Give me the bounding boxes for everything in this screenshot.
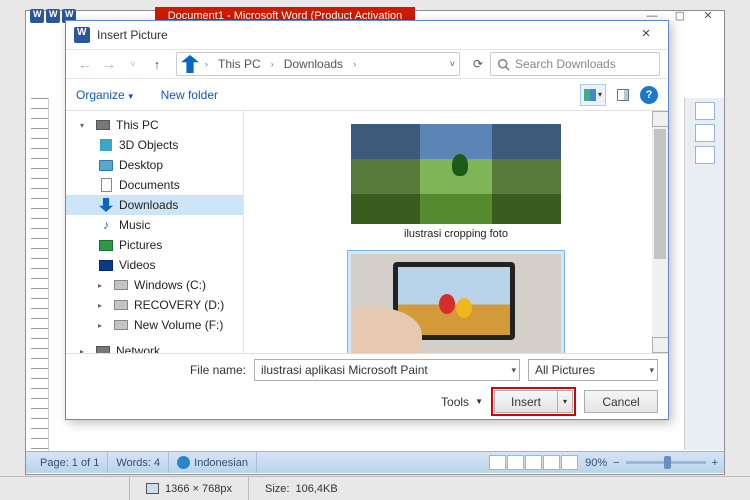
dialog-title: Insert Picture: [97, 28, 168, 42]
status-page[interactable]: Page: 1 of 1: [32, 452, 108, 473]
insert-picture-dialog: Insert Picture × ← → ˅ ↑ › This PC › Dow…: [65, 20, 669, 420]
zoom-in-button[interactable]: +: [712, 457, 718, 469]
preview-pane-button[interactable]: [610, 84, 636, 106]
tree-this-pc[interactable]: ▾This PC: [66, 115, 243, 135]
forward-button[interactable]: →: [98, 56, 120, 73]
footer-dimensions: 1366 × 768px: [130, 477, 249, 500]
thumbnail-image: [351, 124, 561, 224]
organize-menu[interactable]: Organize▼: [76, 88, 135, 102]
scroll-up-button[interactable]: ▴: [652, 111, 668, 127]
search-placeholder: Search Downloads: [515, 57, 616, 71]
tools-menu[interactable]: Tools▼: [441, 395, 483, 409]
search-input[interactable]: Search Downloads: [490, 52, 660, 76]
chevron-right-icon: ›: [269, 59, 276, 69]
filename-label: File name:: [76, 363, 246, 377]
refresh-button[interactable]: ⟳: [468, 57, 488, 71]
help-button[interactable]: ?: [640, 86, 658, 104]
cancel-button[interactable]: Cancel: [584, 390, 658, 413]
zoom-slider[interactable]: [626, 461, 706, 464]
insert-button[interactable]: Insert: [494, 390, 557, 413]
recent-dropdown[interactable]: ˅: [122, 59, 144, 69]
tree-music[interactable]: ♪Music: [66, 215, 243, 235]
monitor-icon: [146, 483, 159, 494]
dialog-footer: File name: ilustrasi aplikasi Microsoft …: [66, 353, 668, 419]
scroll-down-button[interactable]: ▾: [652, 337, 668, 353]
file-caption: ilustrasi cropping foto: [351, 228, 561, 240]
filename-input[interactable]: ilustrasi aplikasi Microsoft Paint▾: [254, 359, 520, 381]
tree-desktop[interactable]: Desktop: [66, 155, 243, 175]
toolbar: Organize▼ New folder ▾ ?: [66, 79, 668, 111]
view-draft[interactable]: [561, 455, 578, 470]
task-pane: [684, 98, 724, 450]
dialog-titlebar: Insert Picture ×: [66, 21, 668, 49]
file-thumbnails-area[interactable]: ilustrasi cropping foto ilustrasi aplika…: [244, 111, 668, 353]
tree-windows-c[interactable]: ▸Windows (C:): [66, 275, 243, 295]
this-pc-icon: [181, 55, 199, 73]
view-web-layout[interactable]: [525, 455, 542, 470]
view-print-layout[interactable]: [489, 455, 506, 470]
tree-pictures[interactable]: Pictures: [66, 235, 243, 255]
close-button[interactable]: ×: [626, 22, 666, 48]
insert-split-button[interactable]: ▾: [557, 390, 573, 413]
folder-tree[interactable]: ▾This PC 3D Objects Desktop Documents Do…: [66, 111, 244, 353]
file-item-cropping[interactable]: ilustrasi cropping foto: [347, 120, 565, 244]
vertical-ruler: [31, 98, 49, 452]
insert-highlight: Insert ▾: [491, 387, 576, 416]
back-button[interactable]: ←: [74, 56, 96, 73]
status-words[interactable]: Words: 4: [108, 452, 169, 473]
tree-3d-objects[interactable]: 3D Objects: [66, 135, 243, 155]
globe-icon: [177, 456, 190, 469]
view-outline[interactable]: [543, 455, 560, 470]
file-item-paint[interactable]: ilustrasi aplikasi Microsoft Paint: [347, 250, 565, 353]
zoom-out-button[interactable]: −: [613, 457, 619, 469]
chevron-right-icon: ›: [351, 59, 358, 69]
tree-new-volume-f[interactable]: ▸New Volume (F:): [66, 315, 243, 335]
view-full-screen[interactable]: [507, 455, 524, 470]
word-status-bar: Page: 1 of 1 Words: 4 Indonesian 90% − +: [26, 451, 724, 473]
filetype-filter[interactable]: All Pictures▾: [528, 359, 658, 381]
word-icon: [74, 27, 90, 43]
content-scrollbar[interactable]: ▴ ▾: [652, 111, 668, 353]
address-dropdown[interactable]: ˅: [450, 59, 455, 69]
status-zoom-value[interactable]: 90%: [585, 457, 607, 469]
tree-network[interactable]: ▸Network: [66, 341, 243, 353]
thumbnail-image: [351, 254, 561, 353]
status-language[interactable]: Indonesian: [169, 452, 257, 473]
tree-downloads[interactable]: Downloads: [66, 195, 243, 215]
tree-documents[interactable]: Documents: [66, 175, 243, 195]
nav-row: ← → ˅ ↑ › This PC › Downloads › ˅ ⟳ Sear…: [66, 49, 668, 79]
tree-videos[interactable]: Videos: [66, 255, 243, 275]
search-icon: [497, 58, 510, 71]
up-button[interactable]: ↑: [146, 57, 168, 72]
view-options-button[interactable]: ▾: [580, 84, 606, 106]
crumb-downloads[interactable]: Downloads: [280, 57, 347, 71]
tree-recovery-d[interactable]: ▸RECOVERY (D:): [66, 295, 243, 315]
footer-size: Size:106,4KB: [249, 477, 750, 500]
chevron-right-icon: ›: [203, 59, 210, 69]
scroll-thumb[interactable]: [654, 129, 666, 259]
new-folder-button[interactable]: New folder: [161, 88, 218, 102]
crumb-this-pc[interactable]: This PC: [214, 57, 265, 71]
image-info-footer: 1366 × 768px Size:106,4KB: [0, 476, 750, 500]
address-bar[interactable]: › This PC › Downloads › ˅: [176, 52, 460, 76]
